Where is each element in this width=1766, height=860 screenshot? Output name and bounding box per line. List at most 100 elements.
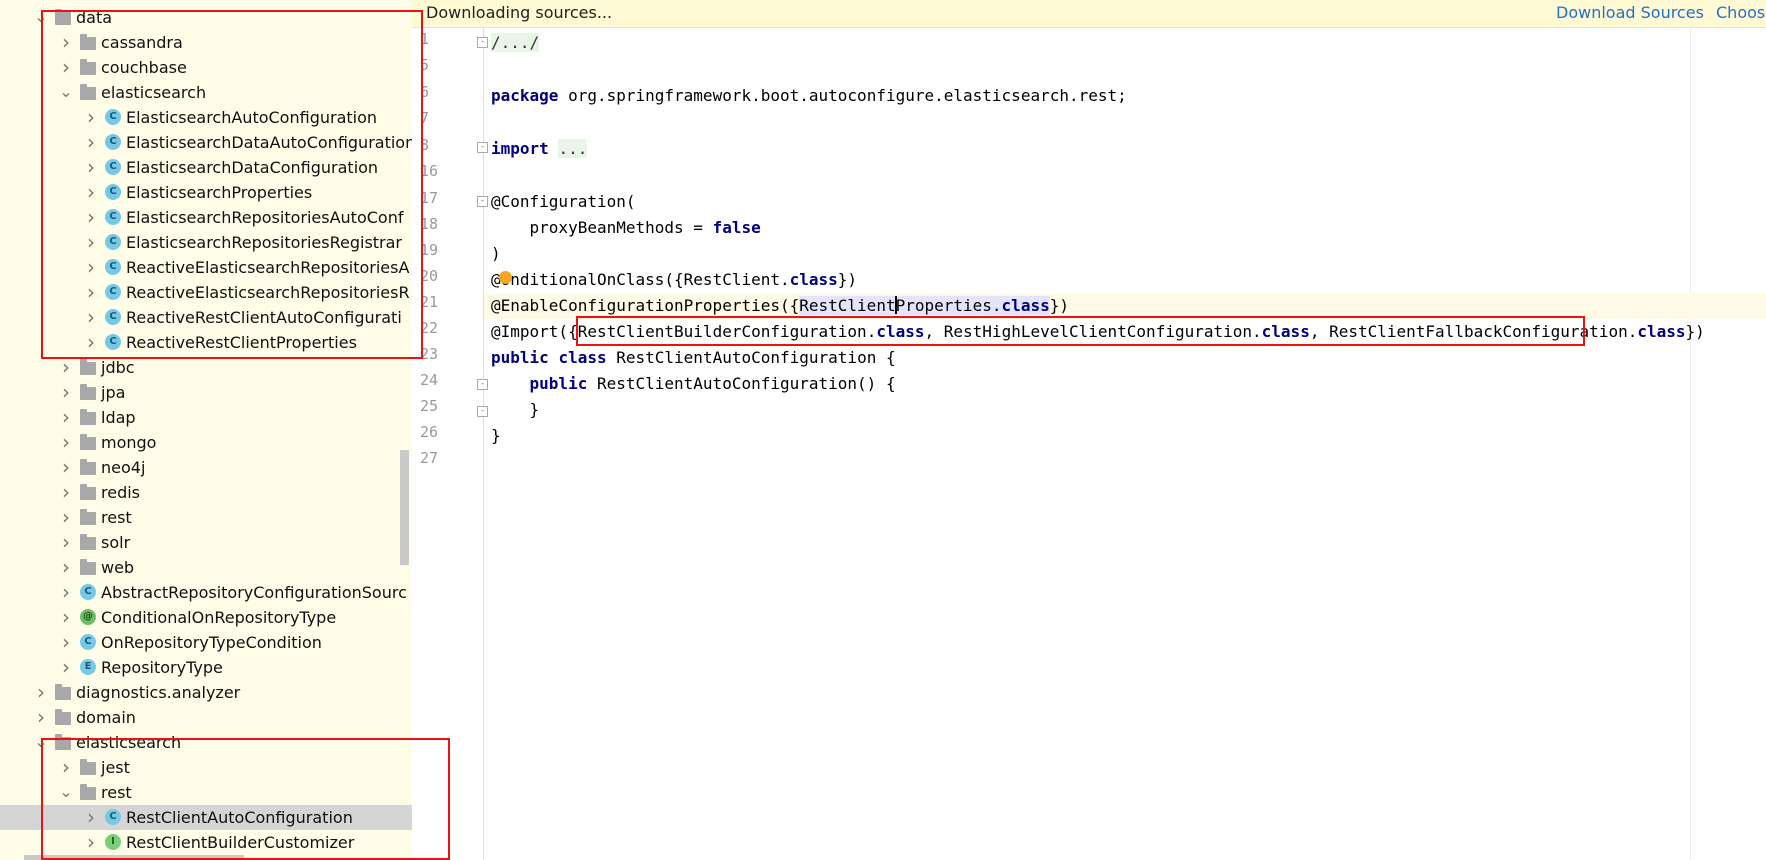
annotation: @EnableConfigurationProperties({ (491, 296, 800, 315)
folder-icon (80, 409, 96, 425)
fold-marker-icon[interactable]: - (477, 37, 488, 48)
folder-icon (80, 534, 96, 550)
annotation-end: }) (837, 270, 858, 289)
folder-icon (80, 434, 96, 450)
keyword: class (558, 348, 607, 367)
folder-icon (80, 384, 96, 400)
keyword: public (491, 348, 549, 367)
brace: } (491, 400, 540, 419)
tree-row[interactable]: › web (0, 555, 412, 580)
line-number: 25 (420, 397, 439, 415)
package-name: org.springframework.boot.autoconfigure.e… (558, 86, 1127, 105)
fold-marker-icon[interactable]: - (477, 379, 488, 390)
tree-row-label: ldap (101, 408, 136, 427)
lightbulb-icon[interactable] (499, 271, 512, 284)
tree-row[interactable]: › diagnostics.analyzer (0, 680, 412, 705)
choose-sources-link[interactable]: Choose (1716, 3, 1766, 22)
identifier-highlight: Properties. (895, 296, 1002, 315)
tree-row[interactable]: › neo4j (0, 455, 412, 480)
tree-row-label: solr (101, 533, 131, 552)
fold-marker-icon[interactable]: - (477, 406, 488, 417)
code-line-18: proxyBeanMethods = false (491, 215, 761, 241)
line-number: 24 (420, 371, 439, 389)
code-line-23: public class RestClientAutoConfiguration… (491, 345, 896, 371)
annotation: onditionalOnClass({RestClient. (500, 270, 790, 289)
fold-marker-icon[interactable]: - (477, 196, 488, 207)
tree-row[interactable]: › jpa (0, 380, 412, 405)
chevron-right-icon[interactable]: › (59, 381, 73, 403)
annotation: @Import({ (491, 322, 578, 341)
tree-row[interactable]: › @ ConditionalOnRepositoryType (0, 605, 412, 630)
chevron-right-icon[interactable]: › (34, 706, 48, 728)
tree-row-label: redis (101, 483, 141, 502)
chevron-right-icon[interactable]: › (34, 681, 48, 703)
folder-icon (80, 509, 96, 525)
tree-row[interactable]: › redis (0, 480, 412, 505)
code-editor[interactable] (484, 28, 1766, 860)
paren: ) (491, 244, 501, 263)
tree-row-label: OnRepositoryTypeCondition (101, 633, 322, 652)
chevron-right-icon[interactable]: › (59, 406, 73, 428)
tree-row[interactable]: › C OnRepositoryTypeCondition (0, 630, 412, 655)
keyword: public (529, 374, 588, 393)
attribute: proxyBeanMethods = (491, 218, 713, 237)
fold-marker-icon[interactable]: - (477, 142, 488, 153)
line-number: 27 (420, 449, 439, 467)
chevron-right-icon[interactable]: › (59, 556, 73, 578)
chevron-right-icon[interactable]: › (59, 531, 73, 553)
folded-imports[interactable]: ... (558, 139, 588, 158)
banner-message: Downloading sources... (426, 3, 613, 22)
code-line-6: package org.springframework.boot.autocon… (491, 83, 1127, 109)
class-declaration: RestClientAutoConfiguration { (606, 348, 896, 367)
tree-row[interactable]: › domain (0, 705, 412, 730)
download-sources-link[interactable]: Download Sources (1556, 3, 1704, 22)
keyword: class (1637, 322, 1686, 341)
tree-row-label: ConditionalOnRepositoryType (101, 608, 337, 627)
tree-row[interactable]: › C AbstractRepositoryConfigurationSourc (0, 580, 412, 605)
tree-vertical-scrollbar[interactable] (400, 450, 409, 565)
folder-icon (80, 359, 96, 375)
folder-icon (55, 684, 71, 700)
code-line-19: ) (491, 241, 501, 267)
chevron-right-icon[interactable]: › (59, 656, 73, 678)
keyword: class (1001, 296, 1050, 315)
chevron-right-icon[interactable]: › (59, 581, 73, 603)
code-line-20: @onditionalOnClass({RestClient.class}) (491, 267, 857, 293)
chevron-right-icon[interactable]: › (59, 431, 73, 453)
code-line-24: public RestClientAutoConfiguration() { (491, 371, 896, 397)
tree-row[interactable]: › rest (0, 505, 412, 530)
tree-row-label: jdbc (101, 358, 135, 377)
tree-row[interactable]: › ldap (0, 405, 412, 430)
line-number: 26 (420, 423, 439, 441)
tree-row[interactable]: › mongo (0, 430, 412, 455)
code-line-17: @Configuration( (491, 189, 636, 215)
tree-row-label: AbstractRepositoryConfigurationSourc (101, 583, 407, 602)
tree-row[interactable]: › E RepositoryType (0, 655, 412, 680)
chevron-right-icon[interactable]: › (59, 456, 73, 478)
chevron-right-icon[interactable]: › (59, 631, 73, 653)
keyword: class (789, 270, 838, 289)
code-line-1: /.../ (491, 30, 540, 56)
tree-row-label: mongo (101, 433, 157, 452)
tree-row-label: diagnostics.analyzer (76, 683, 241, 702)
chevron-right-icon[interactable]: › (59, 481, 73, 503)
chevron-right-icon[interactable]: › (59, 506, 73, 528)
tree-row-label: jpa (101, 383, 126, 402)
tree-row[interactable]: › solr (0, 530, 412, 555)
annotation-end: }) (1685, 322, 1705, 341)
tree-row-label: web (101, 558, 135, 577)
tree-row-label: rest (101, 508, 132, 527)
annotation-box-data-elasticsearch (41, 10, 423, 359)
code-line-26: } (491, 423, 501, 449)
class-icon: C (80, 584, 96, 600)
tree-row-label: neo4j (101, 458, 146, 477)
keyword: false (712, 218, 761, 237)
class-icon: C (80, 634, 96, 650)
folder-icon (55, 709, 71, 725)
chevron-right-icon[interactable]: › (59, 356, 73, 378)
keyword: import (491, 139, 549, 158)
folded-header[interactable]: /.../ (491, 33, 540, 52)
tree-row-label: domain (76, 708, 136, 727)
chevron-right-icon[interactable]: › (59, 606, 73, 628)
